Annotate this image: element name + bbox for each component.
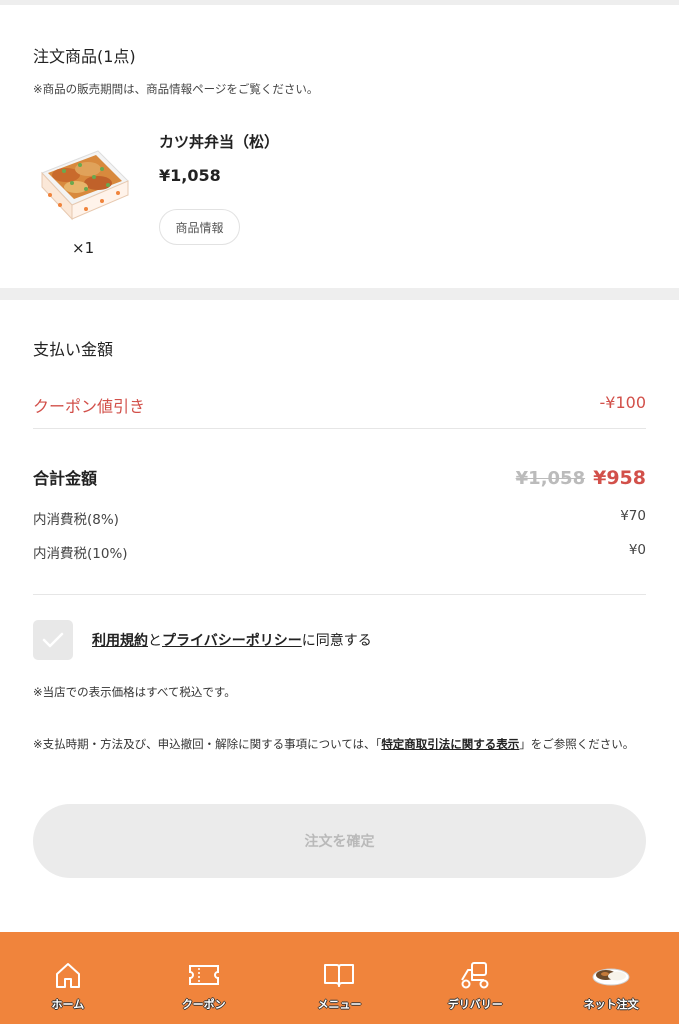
agreement-text: 利用規約とプライバシーポリシーに同意する bbox=[92, 630, 372, 650]
check-icon bbox=[42, 632, 64, 648]
nav-coupon[interactable]: クーポン bbox=[149, 960, 259, 1012]
privacy-policy-link[interactable]: プライバシーポリシー bbox=[162, 633, 302, 649]
nav-menu[interactable]: メニュー bbox=[284, 960, 394, 1012]
nav-home-label: ホーム bbox=[51, 998, 85, 1011]
product-price: ¥1,058 bbox=[159, 166, 221, 185]
divider bbox=[33, 428, 646, 429]
agreement-suffix: に同意する bbox=[301, 633, 372, 649]
product-info-button[interactable]: 商品情報 bbox=[159, 209, 240, 245]
order-items-section: 注文商品(1点) ※商品の販売期間は、商品情報ページをご覧ください。 ×1 カツ… bbox=[0, 5, 679, 288]
tax-included-note: ※当店での表示価格はすべて税込です。 bbox=[33, 685, 236, 699]
nav-coupon-label: クーポン bbox=[181, 998, 226, 1011]
coupon-discount-label: クーポン値引き bbox=[33, 397, 146, 416]
product-quantity: ×1 bbox=[72, 239, 95, 257]
bottom-navigation: ホーム クーポン メニュー デリバリー ネット注文 bbox=[0, 932, 679, 1024]
home-icon bbox=[53, 960, 83, 990]
coupon-discount-row: クーポン値引き -¥100 bbox=[33, 393, 646, 417]
tax-10-row: 内消費税(10%) ¥0 bbox=[33, 542, 646, 562]
nav-net-order-label: ネット注文 bbox=[583, 998, 639, 1011]
tax-8-row: 内消費税(8%) ¥70 bbox=[33, 508, 646, 528]
coupon-discount-value: -¥100 bbox=[599, 393, 647, 412]
payment-title: 支払い金額 bbox=[33, 340, 114, 359]
total-row: 合計金額 ¥1,058 ¥958 bbox=[33, 465, 646, 489]
section-divider bbox=[0, 288, 679, 300]
tax-10-value: ¥0 bbox=[628, 542, 646, 558]
book-icon bbox=[322, 960, 356, 990]
nav-menu-label: メニュー bbox=[317, 998, 362, 1011]
sales-period-note: ※商品の販売期間は、商品情報ページをご覧ください。 bbox=[33, 82, 319, 96]
product-name: カツ丼弁当（松） bbox=[159, 133, 280, 151]
total-values: ¥1,058 ¥958 bbox=[516, 467, 646, 489]
ticket-icon bbox=[187, 960, 221, 990]
nav-delivery-label: デリバリー bbox=[447, 998, 503, 1011]
law-note-prefix: ※支払時期・方法及び、申込撤回・解除に関する事項については、「 bbox=[33, 737, 382, 751]
delivery-scooter-icon bbox=[458, 960, 492, 990]
payment-section: 支払い金額 クーポン値引き -¥100 合計金額 ¥1,058 ¥958 内消費… bbox=[0, 300, 679, 930]
commerce-law-link[interactable]: 特定商取引法に関する表示 bbox=[381, 737, 519, 751]
agreement-row: 利用規約とプライバシーポリシーに同意する bbox=[33, 620, 372, 660]
agreement-and: と bbox=[148, 633, 162, 649]
tax-8-label: 内消費税(8%) bbox=[33, 512, 119, 528]
tax-10-label: 内消費税(10%) bbox=[33, 546, 128, 562]
final-total: ¥958 bbox=[593, 467, 646, 489]
curry-dish-icon bbox=[591, 960, 631, 990]
product-image[interactable] bbox=[36, 143, 130, 223]
original-total: ¥1,058 bbox=[515, 468, 586, 489]
total-label: 合計金額 bbox=[33, 469, 98, 488]
nav-home[interactable]: ホーム bbox=[13, 960, 123, 1012]
commerce-law-note: ※支払時期・方法及び、申込撤回・解除に関する事項については、「特定商取引法に関す… bbox=[33, 735, 646, 753]
divider bbox=[33, 594, 646, 595]
tax-8-value: ¥70 bbox=[620, 508, 646, 524]
order-items-title: 注文商品(1点) bbox=[33, 47, 136, 66]
agreement-checkbox[interactable] bbox=[33, 620, 73, 660]
terms-link[interactable]: 利用規約 bbox=[92, 633, 148, 649]
nav-delivery[interactable]: デリバリー bbox=[420, 960, 530, 1012]
nav-net-order[interactable]: ネット注文 bbox=[556, 960, 666, 1012]
law-note-suffix: 」をご参照ください。 bbox=[519, 737, 635, 751]
confirm-order-button[interactable]: 注文を確定 bbox=[33, 804, 646, 878]
